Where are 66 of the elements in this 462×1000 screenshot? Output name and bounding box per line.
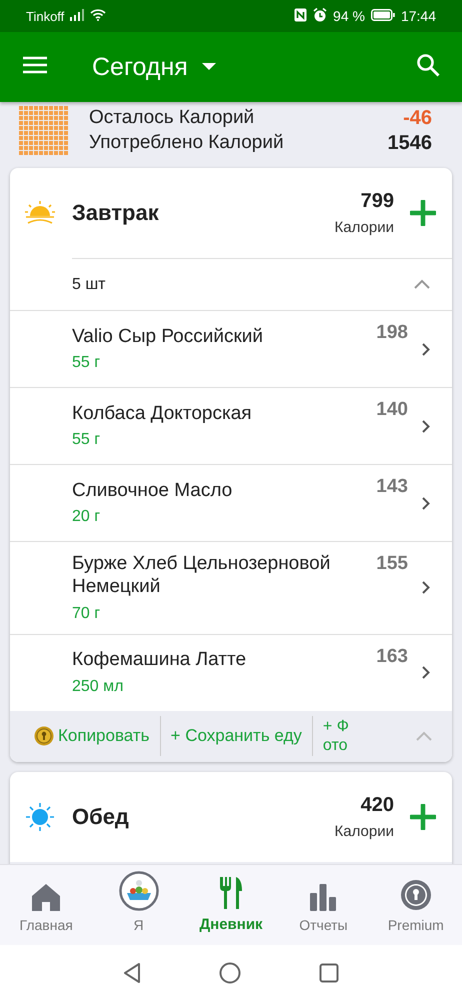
add-icon[interactable] xyxy=(410,804,436,830)
bar-chart-icon xyxy=(309,883,338,911)
chevron-right-icon[interactable] xyxy=(422,420,430,432)
food-amount: 70 г xyxy=(72,604,102,623)
copy-link[interactable]: Копировать xyxy=(58,726,150,746)
food-name: Сливочное Масло xyxy=(72,480,234,502)
calorie-grid-icon xyxy=(19,106,69,156)
action-link[interactable]: + Сохранить еду xyxy=(160,716,313,756)
alarm-icon xyxy=(313,8,328,22)
food-calories: 163 xyxy=(376,646,408,668)
wifi-icon xyxy=(90,9,106,21)
chevron-right-icon[interactable] xyxy=(422,342,430,356)
avatar-icon xyxy=(118,871,159,911)
chevron-up-icon[interactable] xyxy=(414,279,430,290)
food-name: Бурже Хлеб Цельнозерновой Немецкий xyxy=(72,553,332,599)
clock-time: 17:44 xyxy=(400,8,436,24)
carrier-name: Tinkoff xyxy=(26,8,64,24)
back-icon[interactable] xyxy=(123,962,141,984)
caret-icon[interactable] xyxy=(202,63,216,71)
calories-label: Калории xyxy=(334,219,394,236)
food-amount: 55 г xyxy=(72,354,102,372)
nav-tab[interactable]: Отчеты xyxy=(277,865,370,945)
remaining-value: -46 xyxy=(402,107,432,130)
add-icon[interactable] xyxy=(410,200,436,226)
meal-name: Завтрак xyxy=(72,200,160,226)
search-icon[interactable] xyxy=(416,52,440,76)
action-link[interactable]: + Фото xyxy=(312,716,367,756)
chevron-right-icon[interactable] xyxy=(422,496,430,510)
food-name: Valio Сыр Российский xyxy=(72,326,264,348)
battery-icon xyxy=(370,9,395,21)
nfc-icon xyxy=(294,8,308,22)
nav-tab[interactable]: Premium xyxy=(370,865,462,945)
food-amount: 250 мл xyxy=(72,678,124,696)
calories-label: Калории xyxy=(334,822,394,840)
food-calories: 140 xyxy=(376,399,408,421)
meal-calories: 799 xyxy=(360,190,394,213)
remaining-label: Осталось Калорий xyxy=(89,107,256,130)
food-calories: 155 xyxy=(376,553,408,575)
home-circle-icon[interactable] xyxy=(219,962,241,984)
nav-tab[interactable]: Я xyxy=(92,865,185,945)
food-name: Колбаса Докторская xyxy=(72,402,253,426)
chevron-right-icon[interactable] xyxy=(422,666,430,680)
consumed-value: 1546 xyxy=(388,132,432,155)
meal-name: Обед xyxy=(72,804,130,830)
nav-tab[interactable]: Дневник xyxy=(184,865,278,945)
screen-title[interactable]: Сегодня xyxy=(92,52,188,82)
fork-knife-icon xyxy=(219,876,244,910)
signal-icon xyxy=(70,9,84,21)
keyhole-badge-icon xyxy=(400,879,432,911)
food-calories: 198 xyxy=(376,322,408,344)
recents-icon[interactable] xyxy=(319,962,339,982)
keyhole-badge-icon xyxy=(34,726,54,746)
food-name: Кофемашина Латте xyxy=(72,649,248,672)
sunrise-icon xyxy=(24,200,56,226)
food-calories: 143 xyxy=(376,476,408,498)
food-amount: 55 г xyxy=(72,431,102,450)
sun-icon xyxy=(25,802,55,832)
nav-tab[interactable]: Главная xyxy=(0,865,92,945)
battery-percent: 94 % xyxy=(333,8,365,24)
consumed-label: Употреблено Калорий xyxy=(89,132,285,155)
home-icon xyxy=(31,883,62,911)
chevron-right-icon[interactable] xyxy=(422,581,430,594)
meal-calories: 420 xyxy=(360,794,394,817)
menu-icon[interactable] xyxy=(22,54,48,74)
food-amount: 20 г xyxy=(72,508,102,526)
item-count: 5 шт xyxy=(72,276,107,294)
